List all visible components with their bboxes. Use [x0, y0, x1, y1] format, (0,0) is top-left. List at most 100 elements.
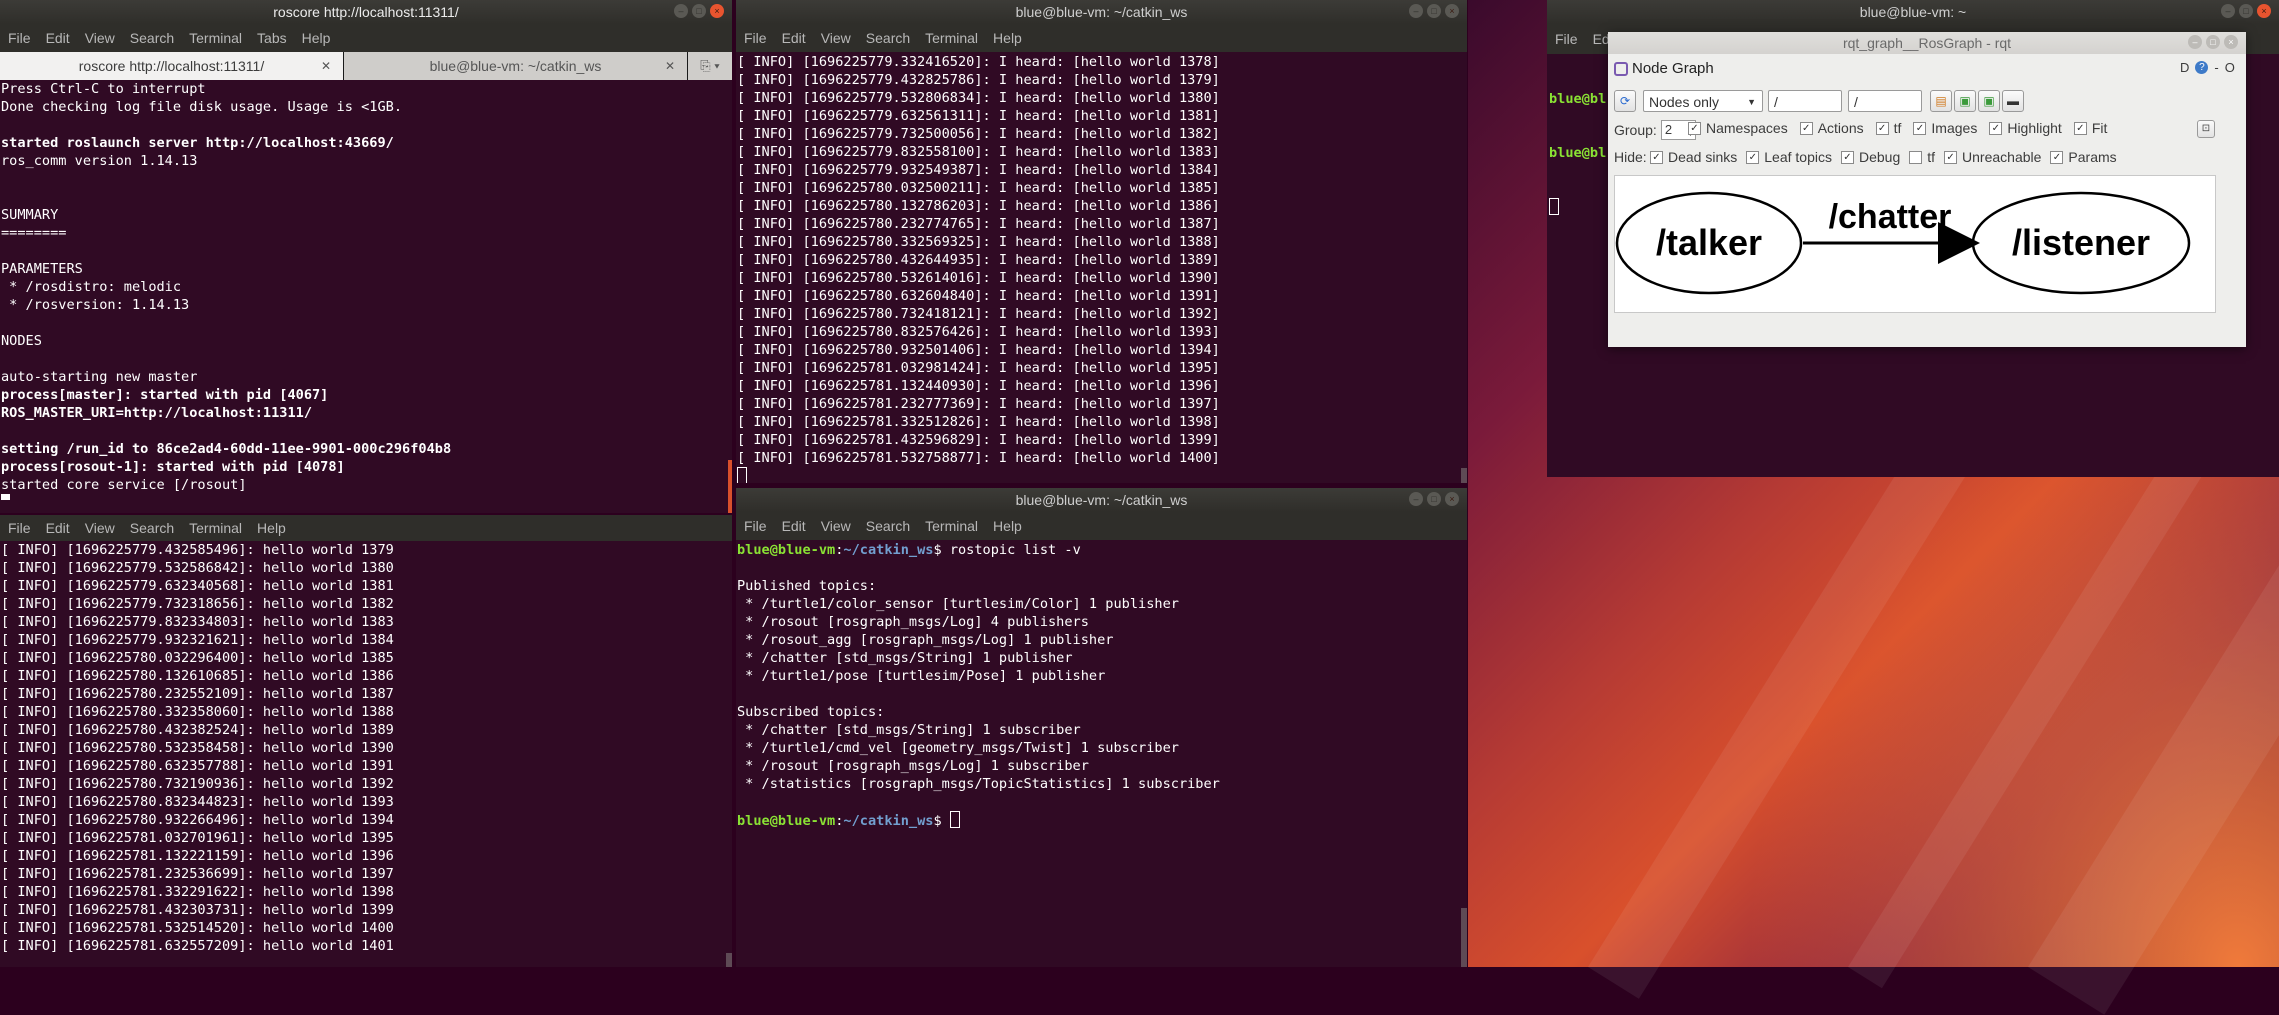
menu-item-edit[interactable]: Edit: [782, 518, 806, 534]
menu-item-view[interactable]: View: [821, 30, 851, 46]
menu-item-tabs[interactable]: Tabs: [257, 30, 287, 46]
maximize-icon[interactable]: □: [692, 4, 706, 18]
minimize-icon[interactable]: –: [674, 4, 688, 18]
close-icon[interactable]: ×: [1445, 4, 1459, 18]
close-icon[interactable]: ×: [710, 4, 724, 18]
title-bar[interactable]: blue@blue-vm: ~/catkin_ws – □ ×: [736, 0, 1467, 24]
title-bar[interactable]: roscore http://localhost:11311/ – □ ×: [0, 0, 732, 24]
mode-select[interactable]: Nodes only ▼: [1643, 90, 1763, 112]
minimize-icon[interactable]: –: [2188, 35, 2202, 49]
checkbox-images[interactable]: ✓ Images: [1913, 120, 1977, 136]
close-icon[interactable]: ×: [1445, 492, 1459, 506]
refresh-graph-button[interactable]: ⟳: [1614, 90, 1636, 112]
title-bar[interactable]: rqt_graph__RosGraph - rqt – □ ×: [1608, 32, 2246, 54]
close-plugin-button[interactable]: O: [2225, 60, 2235, 75]
menu-item-view[interactable]: View: [85, 520, 115, 536]
menu-item-terminal[interactable]: Terminal: [189, 30, 242, 46]
menu-item-terminal[interactable]: Terminal: [925, 30, 978, 46]
minimize-plugin-button[interactable]: -: [2214, 60, 2218, 75]
menu-item-help[interactable]: Help: [993, 30, 1022, 46]
checkbox-tf[interactable]: ✓ tf: [1875, 120, 1901, 136]
fit-view-icon[interactable]: ⊡: [2197, 120, 2215, 138]
menu-item-file[interactable]: File: [744, 518, 767, 534]
minimize-icon[interactable]: –: [1409, 4, 1423, 18]
checkbox-tf[interactable]: tf: [1909, 149, 1935, 165]
menu-item-view[interactable]: View: [821, 518, 851, 534]
scrollbar[interactable]: [728, 460, 732, 513]
maximize-icon[interactable]: □: [1427, 4, 1441, 18]
save-dot-icon[interactable]: ▣: [1954, 90, 1976, 112]
checkbox-box[interactable]: ✓: [1799, 121, 1813, 135]
checkbox-box[interactable]: ✓: [1875, 121, 1889, 135]
graph-canvas[interactable]: /talker /chatter /listener: [1614, 175, 2216, 313]
menu-item-help[interactable]: Help: [993, 518, 1022, 534]
terminal-output[interactable]: Press Ctrl-C to interrupt Done checking l…: [0, 80, 732, 500]
checkbox-dead-sinks[interactable]: ✓ Dead sinks: [1650, 149, 1737, 165]
terminal-output[interactable]: [ INFO] [1696225779.432585496]: hello wo…: [0, 541, 732, 955]
rostopic-terminal-window[interactable]: blue@blue-vm: ~/catkin_ws – □ × File Edit Vi…: [736, 488, 1467, 967]
title-bar[interactable]: blue@blue-vm: ~ – □ ×: [1547, 0, 2279, 24]
checkbox-box[interactable]: ✓: [1989, 121, 2003, 135]
title-bar[interactable]: blue@blue-vm: ~/catkin_ws – □ ×: [736, 488, 1467, 512]
terminal-output[interactable]: blue@blue-vm:~/catkin_ws$ rostopic list …: [736, 540, 1467, 830]
checkbox-box[interactable]: ✓: [1746, 150, 1760, 164]
checkbox-leaf-topics[interactable]: ✓ Leaf topics: [1746, 149, 1832, 165]
minimize-icon[interactable]: –: [2221, 4, 2235, 18]
topic-filter-input[interactable]: /: [1848, 90, 1922, 112]
roscore-terminal-window[interactable]: roscore http://localhost:11311/ – □ × File…: [0, 0, 732, 513]
checkbox-unreachable[interactable]: ✓ Unreachable: [1944, 149, 2041, 165]
close-tab-icon[interactable]: ✕: [665, 52, 675, 80]
menu-item-help[interactable]: Help: [257, 520, 286, 536]
scrollbar[interactable]: [1461, 468, 1467, 483]
checkbox-box[interactable]: ✓: [1944, 150, 1958, 164]
scrollbar[interactable]: [1461, 908, 1467, 967]
save-svg-icon[interactable]: ▣: [1978, 90, 2000, 112]
save-image-icon[interactable]: ▬: [2002, 90, 2024, 112]
menu-item-help[interactable]: Help: [302, 30, 331, 46]
checkbox-debug[interactable]: ✓ Debug: [1840, 149, 1900, 165]
maximize-icon[interactable]: □: [2239, 4, 2253, 18]
checkbox-params[interactable]: ✓ Params: [2050, 149, 2117, 165]
scrollbar[interactable]: [726, 953, 732, 967]
menu-item-terminal[interactable]: Terminal: [189, 520, 242, 536]
tab-menu-icon[interactable]: ⎘ ▾: [688, 52, 732, 80]
terminal-output[interactable]: [ INFO] [1696225779.332416520]: I heard:…: [736, 52, 1467, 483]
menu-item-file[interactable]: File: [1555, 31, 1578, 47]
minimize-icon[interactable]: –: [1409, 492, 1423, 506]
checkbox-box[interactable]: ✓: [1688, 121, 1701, 135]
menu-item-edit[interactable]: Edit: [46, 30, 70, 46]
load-dot-icon[interactable]: ▤: [1930, 90, 1952, 112]
checkbox-fit[interactable]: ✓ Fit: [2073, 120, 2107, 136]
tab-roscore[interactable]: roscore http://localhost:11311/ ✕: [0, 52, 344, 80]
listener-terminal-window[interactable]: blue@blue-vm: ~/catkin_ws – □ × File Edit Vi…: [736, 0, 1467, 483]
checkbox-box[interactable]: ✓: [1840, 150, 1854, 164]
talker-terminal-window[interactable]: File Edit View Search Terminal Help [ INFO] […: [0, 515, 732, 967]
checkbox-box[interactable]: ✓: [1650, 150, 1663, 164]
menu-item-search[interactable]: Search: [130, 30, 174, 46]
tab-catkin-ws[interactable]: blue@blue-vm: ~/catkin_ws ✕: [344, 52, 688, 80]
close-tab-icon[interactable]: ✕: [321, 52, 331, 80]
help-icon[interactable]: ?: [2195, 61, 2209, 74]
dock-button-d[interactable]: D: [2180, 60, 2189, 75]
checkbox-box[interactable]: ✓: [2073, 121, 2087, 135]
menu-item-search[interactable]: Search: [866, 518, 910, 534]
checkbox-highlight[interactable]: ✓ Highlight: [1989, 120, 2062, 136]
rqt-graph-window[interactable]: rqt_graph__RosGraph - rqt – □ × Node Graph…: [1608, 32, 2246, 347]
menu-item-file[interactable]: File: [8, 520, 31, 536]
menu-item-search[interactable]: Search: [130, 520, 174, 536]
menu-item-edit[interactable]: Edit: [46, 520, 70, 536]
checkbox-namespaces[interactable]: ✓ Namespaces: [1688, 120, 1788, 136]
namespace-filter-input[interactable]: /: [1768, 90, 1842, 112]
close-icon[interactable]: ×: [2224, 35, 2238, 49]
menu-item-view[interactable]: View: [85, 30, 115, 46]
maximize-icon[interactable]: □: [1427, 492, 1441, 506]
checkbox-box[interactable]: [1909, 150, 1923, 164]
checkbox-box[interactable]: ✓: [1913, 121, 1927, 135]
close-icon[interactable]: ×: [2257, 4, 2271, 18]
menu-item-edit[interactable]: Edit: [782, 30, 806, 46]
menu-item-file[interactable]: File: [744, 30, 767, 46]
checkbox-box[interactable]: ✓: [2050, 150, 2064, 164]
menu-item-terminal[interactable]: Terminal: [925, 518, 978, 534]
maximize-icon[interactable]: □: [2206, 35, 2220, 49]
menu-item-file[interactable]: File: [8, 30, 31, 46]
